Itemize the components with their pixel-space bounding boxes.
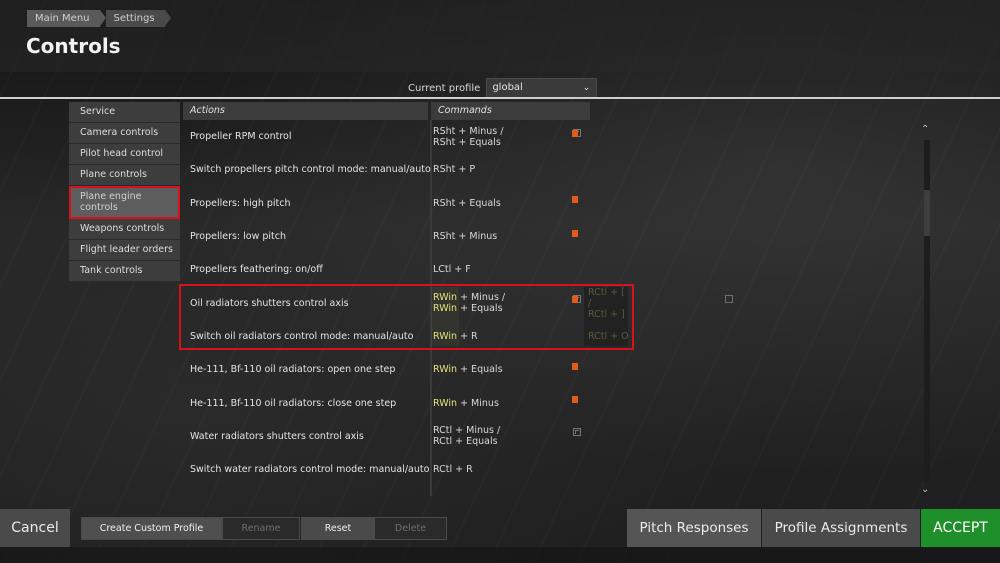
accept-button[interactable]: ACCEPT [921,509,1000,547]
command-text: RSht + Minus / RSht + Equals [433,126,503,148]
create-custom-profile-button[interactable]: Create Custom Profile [81,517,222,540]
command-text: RCtl + R [433,464,473,475]
command-binding[interactable]: RWin + Minus [431,386,585,419]
footer-band [0,547,1000,563]
menu-item-camera-controls[interactable]: Camera controls [69,123,180,144]
action-label: Propellers feathering: on/off [190,264,323,276]
profile-row: Current profile global ⌄ [408,78,598,98]
edit-icon[interactable] [725,295,733,303]
command-line: RSht + Minus [433,231,498,243]
category-menu: Service Camera controls Pilot head contr… [69,102,180,282]
menu-item-tank-controls[interactable]: Tank controls [69,261,180,282]
command-line: RSht + P [433,164,476,176]
profile-label: Current profile [408,82,481,94]
delete-binding-icon[interactable] [572,362,578,370]
command-line: RCtl + Equals [433,436,498,448]
command-text: RSht + Minus [433,231,497,242]
breadcrumb: Main Menu Settings [27,10,171,27]
table-row[interactable]: Switch propellers pitch control mode: ma… [183,153,931,186]
profile-value: global [492,82,523,93]
menu-item-weapons-controls[interactable]: Weapons controls [69,219,180,240]
pitch-responses-button[interactable]: Pitch Responses [627,509,761,547]
column-header-commands: Commands [431,102,590,120]
menu-item-label-line1: Plane engine [80,191,142,202]
menu-item-service[interactable]: Service [69,102,180,123]
delete-binding-icon[interactable] [572,396,578,404]
command-binding[interactable]: RSht + P [431,153,585,186]
header: Main Menu Settings Controls [0,0,1000,72]
command-binding[interactable]: RWin + Equals [431,353,585,386]
delete-button[interactable]: Delete [374,517,447,540]
command-line: RSht + Equals [433,197,501,209]
command-line: RSht + Minus / [433,125,504,137]
table-row[interactable]: Switch water radiators control mode: man… [183,453,931,486]
delete-binding-icon[interactable] [572,196,578,204]
chevron-down-icon[interactable]: ⌄ [921,484,929,495]
action-label: Switch propellers pitch control mode: ma… [190,164,431,176]
chevron-up-icon[interactable]: ⌃ [921,124,929,135]
command-binding[interactable]: RSht + Minus / RSht + Equals [431,120,585,153]
command-text: RWin + Minus [433,398,499,409]
menu-item-flight-leader-orders[interactable]: Flight leader orders [69,240,180,261]
highlight-box [179,284,634,350]
command-binding[interactable]: RCtl + R [431,453,585,486]
delete-binding-icon[interactable] [572,229,578,237]
table-row[interactable]: He-111, Bf-110 oil radiators: open one s… [183,353,931,386]
rename-button[interactable]: Rename [222,517,300,540]
command-text: RSht + Equals [433,198,501,209]
command-line: RCtl + R [433,464,473,476]
menu-item-plane-engine-controls[interactable]: Plane engine controls [69,186,180,219]
action-label: He-111, Bf-110 oil radiators: open one s… [190,364,396,376]
action-label: Propeller RPM control [190,131,292,143]
command-line: RWin + Minus [433,397,499,409]
menu-item-pilot-head-control[interactable]: Pilot head control [69,144,180,165]
action-label: He-111, Bf-110 oil radiators: close one … [190,397,397,409]
reset-button[interactable]: Reset [301,517,375,540]
command-text: LCtl + F [433,264,471,275]
command-binding[interactable]: LCtl + F [431,253,585,286]
edit-icon[interactable] [573,428,581,437]
command-text: RCtl + Minus / RCtl + Equals [433,425,500,447]
table-row[interactable]: He-111, Bf-110 oil radiators: close one … [183,386,931,419]
table-row[interactable]: Propellers: low pitch RSht + Minus [183,220,931,253]
command-binding[interactable]: RCtl + Minus / RCtl + Equals [431,420,585,453]
table-row[interactable]: Propellers: high pitch RSht + Equals [183,187,931,220]
command-line: RCtl + Minus / [433,425,501,437]
action-label: Propellers: low pitch [190,231,287,243]
breadcrumb-settings[interactable]: Settings [105,10,171,27]
table-row[interactable]: Water radiators shutters control axis RCt… [183,420,931,453]
command-line: RWin + Equals [433,364,503,376]
action-label: Propellers: high pitch [190,197,291,209]
command-text: RWin + Equals [433,364,503,375]
command-line: LCtl + F [433,264,471,276]
divider [0,97,1000,99]
delete-binding-icon[interactable] [572,129,578,137]
profile-dropdown[interactable]: global ⌄ [486,78,598,98]
table-row[interactable]: Propellers feathering: on/off LCtl + F [183,253,931,286]
menu-item-label-line2: controls [80,202,118,213]
page-title: Controls [26,34,121,58]
profile-assignments-button[interactable]: Profile Assignments [762,509,920,547]
table-row[interactable]: Propeller RPM control RSht + Minus / RSht … [183,120,931,153]
table-header: Actions Commands [183,102,931,120]
column-header-actions: Actions [183,102,428,120]
action-label: Water radiators shutters control axis [190,430,364,442]
scrollbar-thumb[interactable] [924,190,930,236]
menu-item-plane-controls[interactable]: Plane controls [69,165,180,186]
cancel-button[interactable]: Cancel [0,509,70,547]
key-name: RWin [433,364,458,376]
chevron-down-icon: ⌄ [582,83,591,93]
command-text: RSht + P [433,164,475,175]
command-binding[interactable]: RSht + Minus [431,220,585,253]
action-label: Switch water radiators control mode: man… [190,464,430,476]
command-binding[interactable]: RSht + Equals [431,187,585,220]
command-line: RSht + Equals [433,136,501,148]
breadcrumb-main-menu[interactable]: Main Menu [27,10,105,27]
key-name: RWin [433,397,458,409]
footer: Cancel Create Custom Profile Rename Rese… [0,509,1000,549]
